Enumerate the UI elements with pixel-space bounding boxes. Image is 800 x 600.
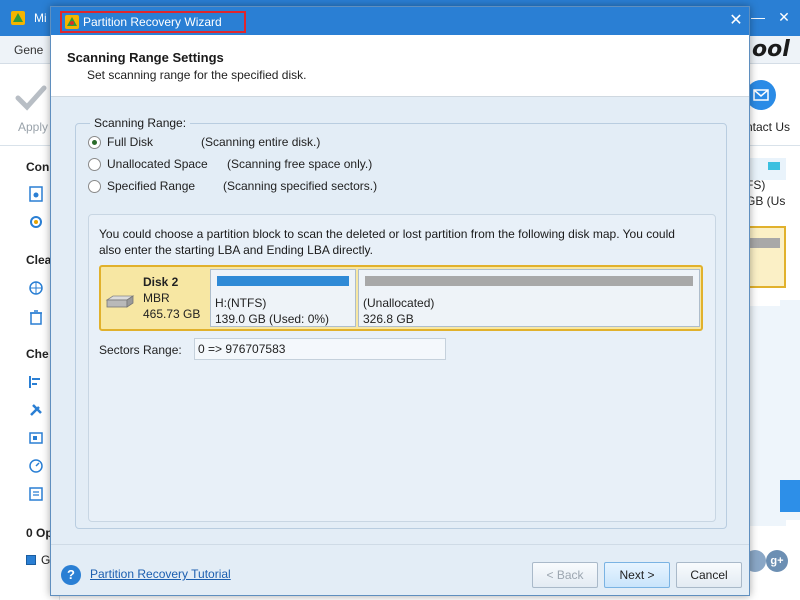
dialog-footer: ? Partition Recovery Tutorial < Back Nex…: [51, 544, 749, 595]
disk-map-panel: You could choose a partition block to sc…: [88, 214, 716, 522]
trash-icon[interactable]: [28, 309, 44, 325]
list-icon[interactable]: [28, 486, 44, 502]
dialog-body: Scanning Range: Full Disk (Scanning enti…: [51, 97, 749, 544]
partition-size-h: 139.0 GB (Used: 0%): [215, 312, 330, 326]
disk-name: Disk 2: [143, 275, 179, 289]
radio-button-specified-range[interactable]: [88, 180, 101, 193]
radio-full-disk[interactable]: Full Disk (Scanning entire disk.): [88, 134, 388, 152]
radio-label-specified-range[interactable]: Specified Range: [107, 179, 195, 193]
partition-name-h: H:(NTFS): [215, 296, 267, 310]
close-icon[interactable]: ✕: [725, 11, 747, 31]
close-app-icon[interactable]: ✕: [774, 6, 794, 28]
sectors-range-input[interactable]: [194, 338, 446, 360]
envelope-icon[interactable]: [746, 80, 776, 110]
disk-tool-icon[interactable]: [28, 186, 44, 202]
scanning-range-legend: Scanning Range:: [90, 116, 191, 130]
apply-check-icon[interactable]: [14, 80, 48, 114]
partition-block-unallocated[interactable]: (Unallocated) 326.8 GB: [358, 269, 700, 327]
menu-general[interactable]: Gene: [14, 43, 43, 57]
radio-label-unallocated[interactable]: Unallocated Space: [107, 157, 208, 171]
google-plus-icon[interactable]: g+: [766, 550, 788, 572]
partition-size-unallocated: 326.8 GB: [363, 312, 414, 326]
scanning-range-group: Scanning Range: Full Disk (Scanning enti…: [75, 116, 727, 529]
partition-bar: [768, 162, 780, 170]
surface-test-icon[interactable]: [28, 430, 44, 446]
partition-recovery-dialog: Partition Recovery Wizard ✕ Scanning Ran…: [50, 6, 750, 596]
page-title: Scanning Range Settings: [67, 50, 224, 65]
selected-disk-block[interactable]: [746, 226, 786, 288]
sidebar-section-convert: Con: [26, 160, 50, 174]
contact-us-label[interactable]: ntact Us: [746, 120, 790, 134]
cancel-button[interactable]: Cancel: [676, 562, 742, 588]
disk-type: MBR: [143, 291, 170, 305]
radio-label-full-disk[interactable]: Full Disk: [107, 135, 153, 149]
radio-button-unallocated[interactable]: [88, 158, 101, 171]
operation-checkbox[interactable]: [26, 555, 36, 565]
wizard-logo-icon: [65, 15, 79, 29]
dialog-header: Scanning Range Settings Set scanning ran…: [51, 35, 749, 97]
partition-bar-unallocated: [365, 276, 693, 286]
speed-icon[interactable]: [28, 458, 44, 474]
partition-block[interactable]: [746, 158, 786, 180]
radio-unallocated-space[interactable]: Unallocated Space (Scanning free space o…: [88, 156, 408, 174]
operation-item-label: G: [41, 553, 51, 567]
radio-desc-full-disk: (Scanning entire disk.): [201, 135, 321, 149]
brand-logo-text: ool: [752, 37, 790, 62]
apply-button-label[interactable]: Apply: [18, 120, 48, 134]
tutorial-link[interactable]: Partition Recovery Tutorial: [90, 567, 231, 581]
radio-specified-range[interactable]: Specified Range (Scanning specified sect…: [88, 178, 408, 196]
globe-icon[interactable]: [28, 280, 44, 296]
unallocated-bar: [750, 238, 780, 248]
app-logo-icon: [11, 11, 25, 25]
gear-disk-icon[interactable]: [28, 214, 44, 230]
minimize-icon[interactable]: —: [748, 6, 768, 28]
scrollbar-thumb[interactable]: [780, 480, 800, 512]
sidebar-section-operations: 0 Op: [26, 526, 53, 540]
partition-bar-h: [217, 276, 349, 286]
help-icon[interactable]: ?: [61, 565, 81, 585]
radio-desc-specified-range: (Scanning specified sectors.): [223, 179, 378, 193]
sidebar-section-clean: Clea: [26, 253, 52, 267]
hard-disk-icon: [105, 295, 135, 308]
sidebar-section-check: Che: [26, 347, 49, 361]
align-icon[interactable]: [28, 374, 44, 390]
next-button[interactable]: Next >: [604, 562, 670, 588]
disk-map-instructions: You could choose a partition block to sc…: [99, 227, 675, 257]
wrench-icon[interactable]: [28, 402, 44, 418]
radio-desc-unallocated: (Scanning free space only.): [227, 157, 373, 171]
partition-name-unallocated: (Unallocated): [363, 296, 435, 310]
partition-block-h[interactable]: H:(NTFS) 139.0 GB (Used: 0%): [210, 269, 356, 327]
app-title-text: Mi: [34, 11, 47, 25]
page-subtitle: Set scanning range for the specified dis…: [87, 68, 307, 82]
radio-button-full-disk[interactable]: [88, 136, 101, 149]
disk-map-selected[interactable]: Disk 2 MBR 465.73 GB H:(NTFS) 139.0 GB (…: [99, 265, 703, 331]
partition-size-label: GB (Us: [746, 194, 786, 208]
disk-size: 465.73 GB: [143, 307, 201, 321]
dialog-title: Partition Recovery Wizard: [83, 15, 222, 29]
sectors-range-label: Sectors Range:: [99, 343, 182, 357]
back-button[interactable]: < Back: [532, 562, 598, 588]
